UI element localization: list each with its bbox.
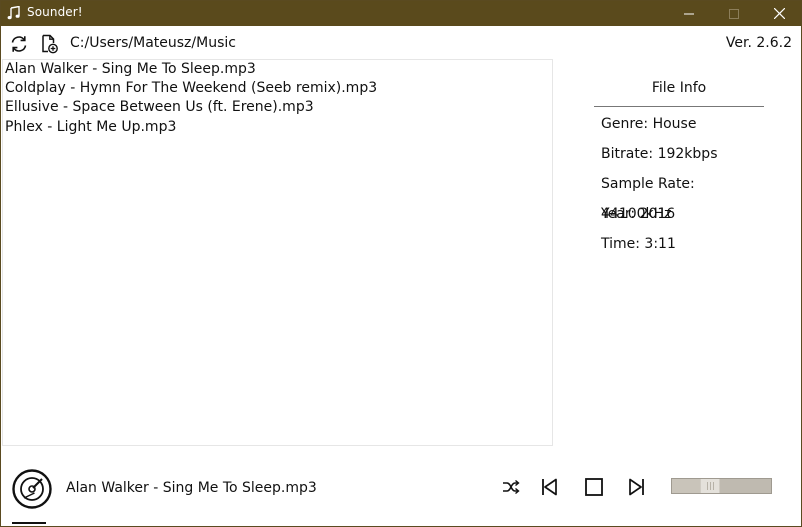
previous-button[interactable] — [537, 476, 561, 498]
music-note-icon — [7, 6, 20, 20]
genre-info: Genre: House — [601, 116, 697, 132]
volume-thumb[interactable] — [700, 479, 720, 493]
stop-icon — [585, 478, 603, 496]
next-button[interactable] — [625, 476, 649, 498]
file-info-divider — [594, 106, 764, 107]
toolbar: C:/Users/Mateusz/Music Ver. 2.6.2 — [1, 27, 801, 59]
sample-rate-info: Sample Rate: 44100kHz — [601, 176, 695, 222]
song-item[interactable]: Ellusive - Space Between Us (ft. Erene).… — [3, 98, 552, 117]
maximize-button[interactable] — [711, 1, 757, 26]
file-info-header: File Info — [651, 80, 707, 96]
title-bar: Sounder! — [1, 1, 801, 26]
year-info: Year: 2016 — [601, 206, 676, 222]
close-button[interactable] — [756, 1, 802, 26]
app-window: Sounder! C:/Users/Mateusz/Music Ver. 2.6… — [0, 0, 802, 527]
maximize-icon — [729, 8, 739, 19]
song-list[interactable]: Alan Walker - Sing Me To Sleep.mp3 Coldp… — [2, 59, 553, 446]
song-item[interactable]: Alan Walker - Sing Me To Sleep.mp3 — [3, 60, 552, 79]
version-label: Ver. 2.6.2 — [725, 35, 792, 51]
stop-button[interactable] — [582, 476, 606, 498]
close-icon — [773, 8, 785, 19]
disc-icon — [12, 469, 52, 509]
player-bar: Alan Walker - Sing Me To Sleep.mp3 — [1, 461, 801, 527]
shuffle-button[interactable] — [499, 476, 523, 498]
window-title: Sounder! — [27, 5, 83, 19]
refresh-icon[interactable] — [9, 34, 29, 54]
time-info: Time: 3:11 — [601, 236, 676, 252]
bitrate-info: Bitrate: 192kbps — [601, 146, 718, 162]
minimize-icon — [684, 13, 694, 14]
disc-underline — [12, 522, 46, 524]
previous-icon — [542, 478, 557, 496]
add-file-icon[interactable] — [39, 34, 59, 54]
file-info-panel: File Info Genre: House Bitrate: 192kbps … — [594, 76, 764, 259]
now-playing-title: Alan Walker - Sing Me To Sleep.mp3 — [66, 480, 317, 496]
music-folder-path: C:/Users/Mateusz/Music — [70, 35, 236, 51]
minimize-button[interactable] — [666, 1, 712, 26]
song-item[interactable]: Phlex - Light Me Up.mp3 — [3, 118, 552, 137]
volume-slider[interactable] — [671, 478, 772, 494]
next-icon — [629, 478, 644, 496]
song-item[interactable]: Coldplay - Hymn For The Weekend (Seeb re… — [3, 79, 552, 98]
shuffle-icon — [503, 479, 520, 495]
